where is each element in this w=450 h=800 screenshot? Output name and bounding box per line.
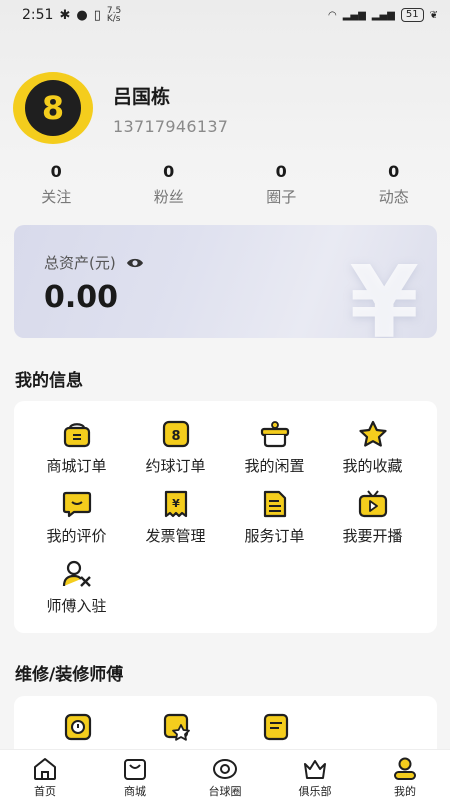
grid-label: 我的闲置 [244, 457, 305, 475]
repair-panel [14, 696, 437, 756]
assets-value: 0.00 [44, 280, 119, 315]
document-icon [263, 490, 286, 518]
worker-icon [62, 560, 91, 587]
nav-billiards-circle[interactable]: 台球圈 [180, 750, 270, 800]
grid-item-service-orders[interactable]: 服务订单 [222, 489, 327, 546]
ball-8-icon: 8 [162, 420, 189, 448]
signal-icon-2: ▂▄▆ [371, 9, 395, 21]
home-icon [34, 758, 56, 780]
stat-count: 0 [388, 162, 400, 181]
grid-label: 我的收藏 [342, 457, 403, 475]
net-speed-unit: K/s [106, 14, 121, 24]
nav-label: 俱乐部 [298, 785, 332, 798]
stat-count: 0 [275, 162, 287, 181]
nav-label: 商城 [124, 785, 146, 798]
repair-clipboard-icon[interactable] [62, 712, 94, 742]
grid-item-go-live[interactable]: 我要开播 [320, 489, 425, 546]
status-right: ◠ ▂▄▆ ▂▄▆ 51 ❦ [328, 8, 438, 22]
stat-followers[interactable]: 0 粉丝 [113, 162, 226, 207]
stat-label: 关注 [41, 188, 72, 206]
status-time: 2:51 [22, 7, 54, 23]
assets-label-row: 总资产(元) [44, 252, 144, 273]
grid-label: 服务订单 [244, 527, 305, 545]
invoice-icon: ¥ [164, 490, 187, 518]
shop-bag-icon [124, 759, 146, 780]
ball-8-text: 8 [171, 429, 180, 444]
stat-label: 动态 [378, 188, 409, 206]
grid-item-worker-join[interactable]: 师傅入驻 [24, 559, 129, 616]
stat-label: 圈子 [266, 188, 297, 206]
vibrate-icon: ▯ [93, 7, 101, 23]
grid-item-match-orders[interactable]: 8 约球订单 [123, 419, 228, 476]
stat-following[interactable]: 0 关注 [0, 162, 113, 207]
battery-indicator: 51 [400, 8, 424, 22]
circle-eye-icon [213, 759, 237, 779]
grid-item-reviews[interactable]: 我的评价 [24, 489, 129, 546]
eye-icon[interactable] [126, 257, 144, 269]
leaf-icon: ❦ [429, 9, 438, 21]
live-tv-icon [358, 490, 387, 518]
nav-label: 首页 [34, 785, 56, 798]
grid-label: 发票管理 [145, 527, 206, 545]
nav-mine[interactable]: 我的 [360, 750, 450, 800]
status-left: 2:51 ✱ ● ▯ 7.5 K/s [22, 7, 121, 24]
grid-item-my-idle[interactable]: 我的闲置 [222, 419, 327, 476]
grid-label: 商城订单 [46, 457, 107, 475]
grid-item-invoice[interactable]: ¥ 发票管理 [123, 489, 228, 546]
nav-label: 台球圈 [208, 785, 242, 798]
avatar-logo: 8 [25, 80, 81, 136]
nav-home[interactable]: 首页 [0, 750, 90, 800]
location-icon: ● [76, 7, 88, 23]
avatar[interactable]: 8 [13, 72, 93, 144]
bluetooth-icon: ✱ [59, 7, 71, 23]
invoice-yen-text: ¥ [172, 497, 180, 510]
stat-label: 粉丝 [153, 188, 184, 206]
profile-icon [394, 757, 416, 780]
stat-count: 0 [163, 162, 175, 181]
net-speed: 7.5 K/s [106, 7, 121, 24]
my-info-panel: 商城订单 8 约球订单 我的闲置 我的收藏 我的评价 ¥ 发票管理 服务订单 我… [14, 401, 437, 633]
total-assets-card[interactable]: ¥ 总资产(元) 0.00 [14, 225, 437, 338]
grid-label: 师傅入驻 [46, 597, 107, 615]
nav-mall[interactable]: 商城 [90, 750, 180, 800]
stat-circles[interactable]: 0 圈子 [225, 162, 338, 207]
crown-icon [304, 760, 326, 779]
basket-icon [63, 423, 90, 448]
assets-label: 总资产(元) [44, 254, 116, 272]
grid-label: 我要开播 [342, 527, 403, 545]
box-icon [260, 421, 289, 448]
signal-icon: ▂▄▆ [342, 9, 366, 21]
star-icon [358, 420, 387, 447]
user-phone: 13717946137 [113, 117, 229, 136]
stat-posts[interactable]: 0 动态 [338, 162, 450, 207]
nav-label: 我的 [394, 785, 416, 798]
grid-label: 约球订单 [145, 457, 206, 475]
grid-label: 我的评价 [46, 527, 107, 545]
repair-document-icon[interactable] [260, 712, 292, 742]
yen-decoration: ¥ [349, 244, 419, 339]
section-title-my-info: 我的信息 [15, 371, 83, 391]
profile-stats: 0 关注 0 粉丝 0 圈子 0 动态 [0, 162, 450, 207]
section-title-repair: 维修/装修师傅 [15, 665, 124, 685]
repair-rating-icon[interactable] [161, 712, 193, 742]
bottom-nav: 首页 商城 台球圈 俱乐部 我的 [0, 749, 450, 800]
user-name[interactable]: 吕国栋 [113, 82, 170, 109]
comment-icon [62, 491, 91, 518]
nav-club[interactable]: 俱乐部 [270, 750, 360, 800]
grid-item-favorites[interactable]: 我的收藏 [320, 419, 425, 476]
grid-item-mall-orders[interactable]: 商城订单 [24, 419, 129, 476]
wifi-icon: ◠ [327, 9, 337, 21]
stat-count: 0 [50, 162, 62, 181]
status-bar: 2:51 ✱ ● ▯ 7.5 K/s ◠ ▂▄▆ ▂▄▆ 51 ❦ [0, 0, 450, 30]
